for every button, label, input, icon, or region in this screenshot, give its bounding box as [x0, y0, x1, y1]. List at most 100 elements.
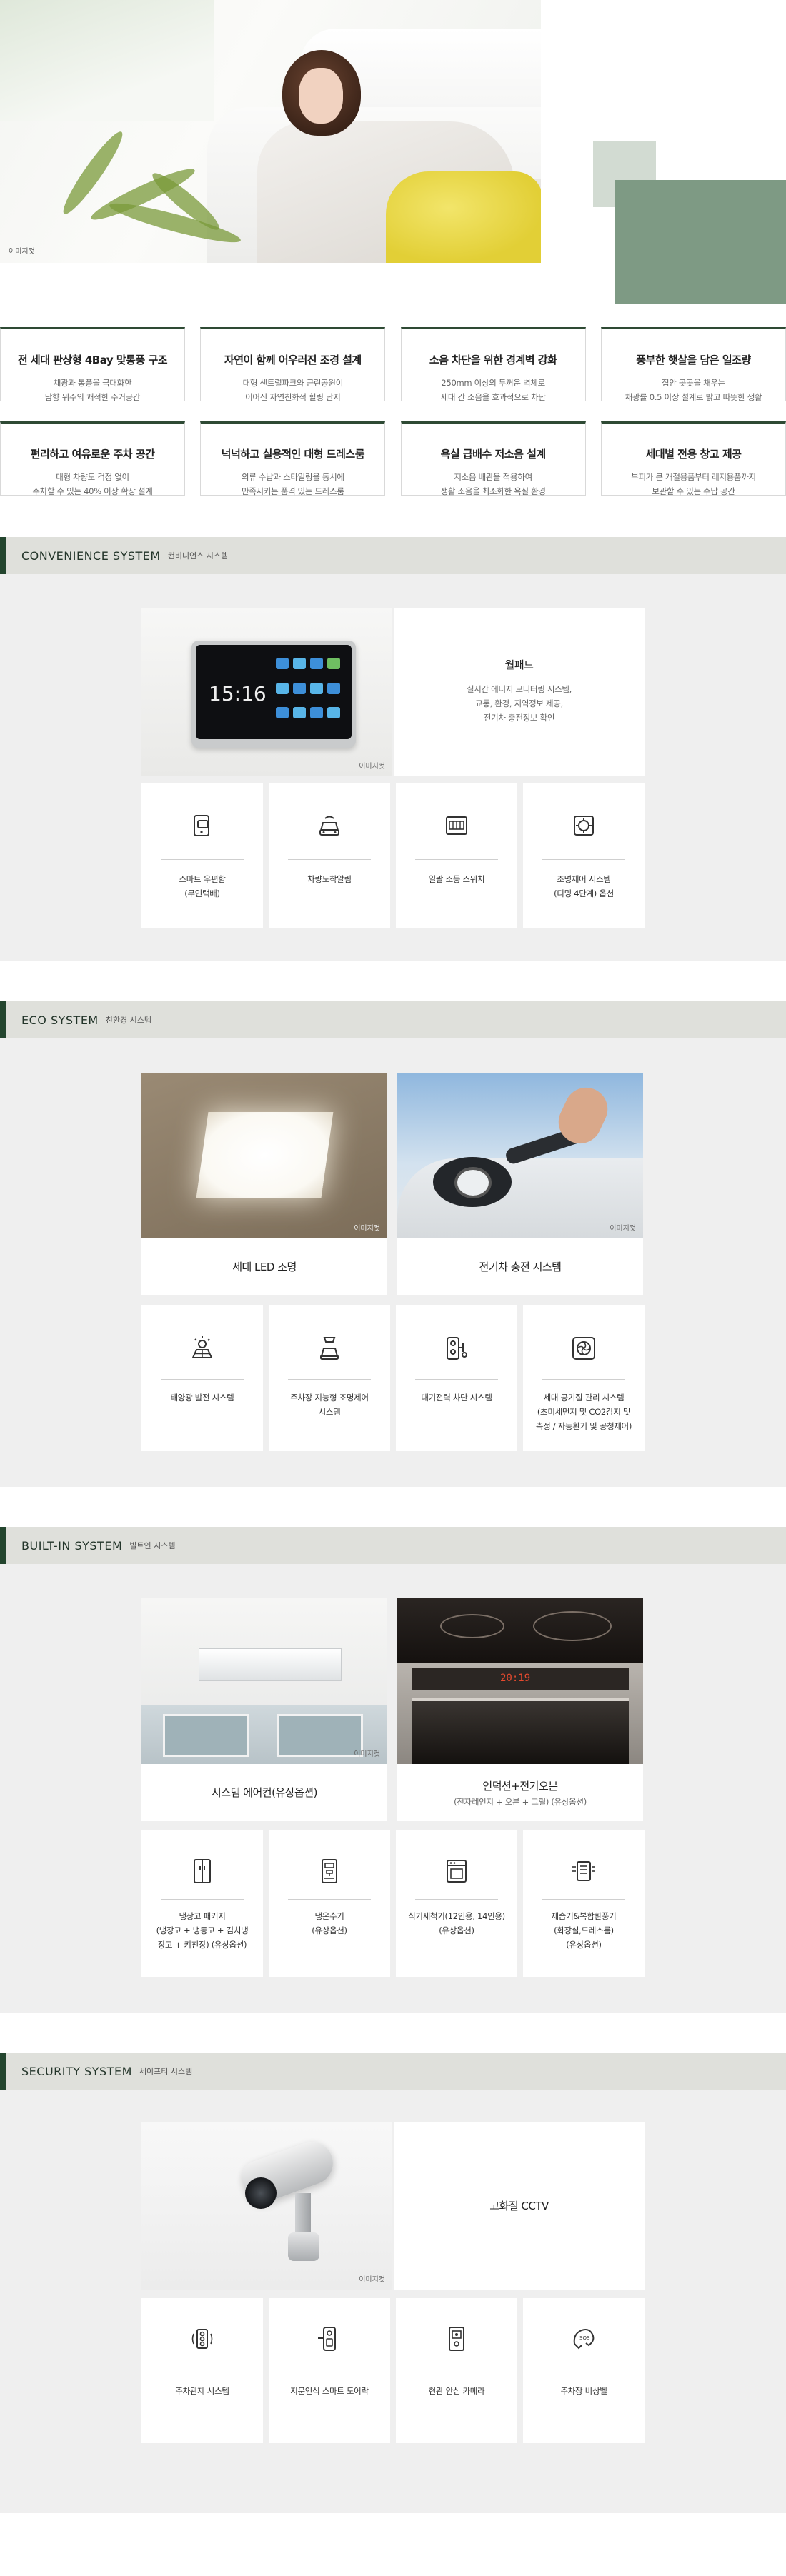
feature-title: 전 세대 판상형 4Bay 맞통풍 구조	[17, 354, 168, 366]
feature-title: 욕실 급배수 저소음 설계	[440, 448, 547, 461]
feature-desc: 대형 차량도 걱정 없이 주차할 수 있는 40% 이상 확장 설계	[32, 472, 153, 496]
dishwasher-icon	[442, 1856, 472, 1886]
feature-card: 자연이 함께 어우러진 조경 설계 대형 센트럴파크와 근린공원이 이어진 자연…	[200, 327, 386, 402]
feature-title: 세대별 전용 창고 제공	[645, 448, 742, 461]
icon-card: 냉온수기 (유상옵션)	[269, 1830, 390, 1977]
hero: 이미지컷	[0, 0, 786, 307]
feature-card: 넉넉하고 실용적인 대형 드레스룸 의류 수납과 스타일링을 동시에 만족시키는…	[200, 421, 386, 496]
feature-card: 소음 차단을 위한 경계벽 강화 250mm 이상의 두꺼운 벽체로 세대 간 …	[400, 327, 586, 402]
oven-display: 20:19	[500, 1673, 531, 1684]
icon-card: 태양광 발전 시스템	[141, 1305, 263, 1451]
water-purifier-icon	[314, 1856, 344, 1886]
feature-row: 전 세대 판상형 4Bay 맞통풍 구조 채광과 통풍을 극대화한 남향 위주의…	[0, 327, 786, 402]
icon-label: 식기세척기(12인용, 14인용) (유상옵션)	[408, 1911, 505, 1935]
icon-card: 조명제어 시스템 (디밍 4단계) 옵션	[523, 783, 645, 928]
icon-label: 주차관제 시스템	[175, 2386, 229, 2396]
icon-label: 제습기&복합환풍기 (화장실,드레스룸) (유상옵션)	[551, 1911, 617, 1950]
system-aircon-image: 이미지컷	[141, 1598, 387, 1764]
feature-desc: 250mm 이상의 두꺼운 벽체로 세대 간 소음을 효과적으로 차단	[440, 378, 546, 402]
section-header: CONVENIENCE SYSTEM 컨비니언스 시스템	[0, 537, 786, 574]
induction-oven-image: 20:19	[397, 1598, 643, 1764]
feature-desc: 집안 곳곳을 채우는 채광률 0.5 이상 설계로 밝고 따뜻한 생활	[625, 378, 762, 402]
feature-desc: 부피가 큰 개절용품부터 레저용품까지 보관할 수 있는 수납 공간	[631, 472, 756, 496]
section-subtitle: 세이프티 시스템	[139, 2067, 193, 2076]
icon-card: 세대 공기질 관리 시스템 (초미세먼지 및 CO2감지 및 측정 / 자동환기…	[523, 1305, 645, 1451]
section-title: SECURITY SYSTEM	[21, 2064, 132, 2078]
ev-charger-image: 이미지컷	[397, 1073, 643, 1238]
feature-title: 세대 LED 조명	[232, 1261, 297, 1273]
wallpad-description: 월패드 실시간 에너지 모니터링 시스템, 교통, 환경, 지역정보 제공, 전…	[394, 608, 645, 776]
section-subtitle: 컨비니언스 시스템	[167, 551, 229, 561]
section-title: BUILT-IN SYSTEM	[21, 1538, 123, 1553]
feature-card: 전 세대 판상형 4Bay 맞통풍 구조 채광과 통풍을 극대화한 남향 위주의…	[0, 327, 185, 402]
feature-row: 편리하고 여유로운 주차 공간 대형 차량도 걱정 없이 주차할 수 있는 40…	[0, 421, 786, 496]
feature-card: 풍부한 햇살을 담은 일조량 집안 곳곳을 채우는 채광률 0.5 이상 설계로…	[600, 327, 786, 402]
icon-label: 냉온수기 (유상옵션)	[312, 1911, 347, 1935]
image-caption: 이미지컷	[354, 1225, 380, 1233]
icon-label: 일괄 소등 스위치	[428, 874, 485, 884]
icon-label: 태양광 발전 시스템	[170, 1393, 234, 1403]
section-header: SECURITY SYSTEM 세이프티 시스템	[0, 2053, 786, 2090]
feature-title: 시스템 에어컨(유상옵션)	[212, 1786, 317, 1799]
section-header: BUILT-IN SYSTEM 빌트인 시스템	[0, 1527, 786, 1564]
icon-card: 주차관제 시스템	[141, 2298, 263, 2443]
smart-mailbox-icon	[187, 811, 217, 841]
standby-switch-icon	[442, 811, 472, 841]
image-caption: 이미지컷	[359, 763, 385, 771]
feature-label-box: 인덕션+전기오븐 (전자레인지 + 오븐 + 그릴) (유상옵션)	[397, 1764, 643, 1821]
image-caption: 이미지컷	[9, 248, 35, 256]
icon-label: 지문인식 스마트 도어락	[290, 2386, 369, 2396]
decorative-square	[615, 180, 786, 304]
section-header: ECO SYSTEM 친환경 시스템	[0, 1001, 786, 1038]
icon-card: 대기전력 차단 시스템	[396, 1305, 517, 1451]
icon-label: 주차장 비상벨	[560, 2386, 607, 2396]
icon-card: SOS 주차장 비상벨	[523, 2298, 645, 2443]
icon-card: 주차장 지능형 조명제어 시스템	[269, 1305, 390, 1451]
solar-power-icon	[187, 1333, 217, 1363]
wallpad-image: 15:16 이미지컷	[141, 608, 392, 776]
led-lighting-image: 이미지컷	[141, 1073, 387, 1238]
icon-label: 현관 안심 카메라	[428, 2386, 485, 2396]
cctv-image: 이미지컷	[141, 2122, 392, 2290]
icon-label: 주차장 지능형 조명제어 시스템	[290, 1393, 369, 1417]
room-control-icon	[569, 811, 599, 841]
feature-grid: 전 세대 판상형 4Bay 맞통풍 구조 채광과 통풍을 극대화한 남향 위주의…	[0, 307, 786, 496]
eco-section: ECO SYSTEM 친환경 시스템 이미지컷 이미지컷 세대 LED 조명 전…	[0, 1001, 786, 1487]
hero-lifestyle-image: 이미지컷	[0, 0, 541, 263]
icon-label: 세대 공기질 관리 시스템 (초미세먼지 및 CO2감지 및 측정 / 자동환기…	[535, 1393, 632, 1431]
icon-card: 식기세척기(12인용, 14인용) (유상옵션)	[396, 1830, 517, 1977]
section-title: ECO SYSTEM	[21, 1013, 99, 1027]
image-caption: 이미지컷	[359, 2276, 385, 2284]
feature-card: 욕실 급배수 저소음 설계 저소음 배관을 적용하여 생활 소음을 최소화한 욕…	[400, 421, 586, 496]
icon-card: 제습기&복합환풍기 (화장실,드레스룸) (유상옵션)	[523, 1830, 645, 1977]
feature-title: 월패드	[504, 658, 534, 671]
image-caption: 이미지컷	[354, 1750, 380, 1758]
feature-desc: 저소음 배관을 적용하여 생활 소음을 최소화한 욕실 환경	[440, 472, 546, 496]
wallpad-screen: 15:16	[196, 645, 352, 739]
icon-label: 차량도착알림	[307, 874, 352, 884]
icon-label: 스마트 우편함 (무인택배)	[179, 874, 226, 898]
feature-desc: 채광과 통풍을 극대화한 남향 위주의 쾌적한 주거공간	[44, 378, 141, 402]
feature-label-box: 시스템 에어컨(유상옵션)	[141, 1764, 387, 1821]
icon-card: 스마트 우편함 (무인택배)	[141, 783, 263, 928]
standby-power-icon	[442, 1333, 472, 1363]
wallpad-clock: 15:16	[209, 682, 267, 706]
feature-desc: (전자레인지 + 오븐 + 그릴) (유상옵션)	[454, 1797, 587, 1807]
feature-card: 편리하고 여유로운 주차 공간 대형 차량도 걱정 없이 주차할 수 있는 40…	[0, 421, 185, 496]
feature-desc: 실시간 에너지 모니터링 시스템, 교통, 환경, 지역정보 제공, 전기차 충…	[466, 684, 572, 723]
air-quality-icon	[569, 1333, 599, 1363]
image-caption: 이미지컷	[610, 1225, 636, 1233]
section-title: CONVENIENCE SYSTEM	[21, 548, 161, 563]
icon-label: 대기전력 차단 시스템	[421, 1393, 492, 1403]
feature-title: 전기차 충전 시스템	[479, 1261, 562, 1273]
parking-lighting-icon	[314, 1333, 344, 1363]
icon-card: 차량도착알림	[269, 783, 390, 928]
feature-title: 인덕션+전기오븐	[482, 1780, 558, 1793]
icon-card: 현관 안심 카메라	[396, 2298, 517, 2443]
feature-title: 자연이 함께 어우러진 조경 설계	[224, 354, 362, 366]
icon-card: 지문인식 스마트 도어락	[269, 2298, 390, 2443]
dehumidifier-icon	[569, 1856, 599, 1886]
parking-control-icon	[187, 2324, 217, 2354]
feature-card: 세대별 전용 창고 제공 부피가 큰 개절용품부터 레저용품까지 보관할 수 있…	[600, 421, 786, 496]
icon-card: 일괄 소등 스위치	[396, 783, 517, 928]
